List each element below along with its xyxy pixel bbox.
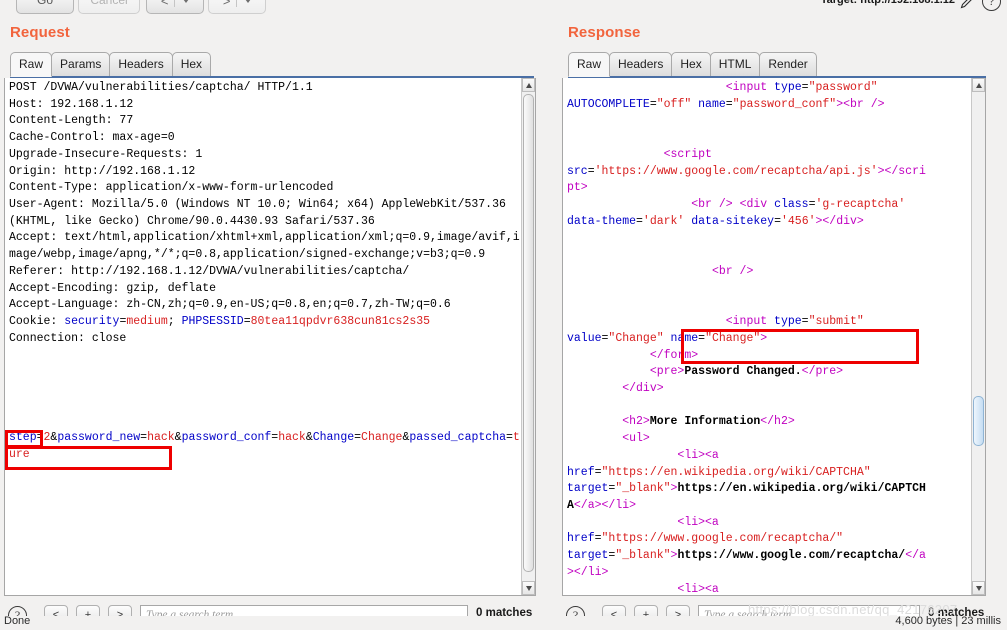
request-line-referer: Referer: http://192.168.1.12/DVWA/vulner… bbox=[9, 264, 410, 278]
scroll-thumb[interactable] bbox=[523, 94, 534, 572]
scroll-down-arrow[interactable] bbox=[522, 581, 535, 595]
request-editor[interactable]: POST /DVWA/vulnerabilities/captcha/ HTTP… bbox=[4, 78, 536, 596]
cookie-value-security: medium bbox=[126, 315, 168, 329]
cookie-name-security: security bbox=[64, 315, 120, 329]
request-post-body: step=2&password_new=hack&password_conf=h… bbox=[9, 431, 520, 461]
request-title: Request bbox=[10, 24, 70, 41]
triangle-down-icon bbox=[526, 586, 532, 591]
cookie-value-phpsessid: 80tea11qpdvr638cun81cs2s35 bbox=[250, 315, 431, 329]
request-tabs: Raw Params Headers Hex bbox=[10, 52, 212, 77]
param-value-change: Change bbox=[361, 431, 403, 444]
response-tabs: Raw Headers Hex HTML Render bbox=[568, 52, 817, 77]
response-vertical-scrollbar[interactable] bbox=[971, 78, 985, 595]
go-button[interactable]: Go bbox=[16, 0, 74, 14]
param-name-password-conf: password_conf bbox=[181, 431, 272, 444]
tab-request-hex[interactable]: Hex bbox=[171, 52, 212, 77]
scroll-up-arrow[interactable] bbox=[522, 78, 535, 92]
request-line-connection: Connection: close bbox=[9, 331, 127, 345]
target-label: Target: http://192.168.1.12 bbox=[820, 0, 955, 6]
right-arrow-icon: > bbox=[222, 0, 231, 9]
request-line-content-type: Content-Type: application/x-www-form-url… bbox=[9, 181, 334, 195]
request-line-cookie: Cookie: security=medium; PHPSESSID=80tea… bbox=[9, 315, 431, 329]
request-line-upgrade: Upgrade-Insecure-Requests: 1 bbox=[9, 147, 203, 161]
request-line-cache-control: Cache-Control: max-age=0 bbox=[9, 131, 175, 145]
chevron-down-icon bbox=[183, 0, 190, 3]
triangle-down-icon bbox=[976, 586, 982, 591]
request-line-user-agent: User-Agent: Mozilla/5.0 (Windows NT 10.0… bbox=[9, 198, 513, 228]
param-value-password-conf: hack bbox=[278, 431, 306, 444]
response-editor[interactable]: <input type="password" AUTOCOMPLETE="off… bbox=[562, 78, 986, 596]
scroll-up-arrow[interactable] bbox=[972, 78, 985, 92]
request-line-host: Host: 192.168.1.12 bbox=[9, 97, 134, 111]
request-raw-text: POST /DVWA/vulnerabilities/captcha/ HTTP… bbox=[9, 80, 521, 364]
param-name-password-new: password_new bbox=[57, 431, 141, 444]
tab-response-headers[interactable]: Headers bbox=[609, 52, 673, 77]
tab-request-headers[interactable]: Headers bbox=[109, 52, 173, 77]
triangle-up-icon bbox=[526, 83, 532, 88]
scroll-thumb[interactable] bbox=[973, 396, 984, 446]
divider bbox=[173, 0, 175, 8]
request-panel: Request Raw Params Headers Hex POST /DVW… bbox=[0, 20, 556, 630]
tab-response-hex[interactable]: Hex bbox=[671, 52, 711, 77]
request-line-origin: Origin: http://192.168.1.12 bbox=[9, 164, 196, 178]
request-line-accept: Accept: text/html,application/xhtml+xml,… bbox=[9, 231, 520, 262]
repeater-toolbar: Go Cancel < > Target: http://192.168.1.1… bbox=[0, 0, 1007, 20]
cancel-button[interactable]: Cancel bbox=[78, 0, 140, 14]
response-raw-text: <input type="password" AUTOCOMPLETE="off… bbox=[567, 81, 926, 596]
tab-response-raw[interactable]: Raw bbox=[568, 52, 611, 77]
tab-response-html[interactable]: HTML bbox=[709, 52, 761, 77]
help-icon[interactable]: ? bbox=[982, 0, 1001, 11]
param-value-password-new: hack bbox=[147, 431, 175, 444]
next-request-button[interactable]: > bbox=[208, 0, 266, 14]
status-bar: Done 4,600 bytes | 23 millis bbox=[0, 616, 1007, 630]
request-line-content-length: Content-Length: 77 bbox=[9, 114, 134, 128]
tab-response-render[interactable]: Render bbox=[759, 52, 817, 77]
request-line-accept-encoding: Accept-Encoding: gzip, deflate bbox=[9, 281, 217, 295]
previous-request-button[interactable]: < bbox=[146, 0, 204, 14]
left-arrow-icon: < bbox=[160, 0, 169, 9]
tab-request-params[interactable]: Params bbox=[51, 52, 111, 77]
request-line-method: POST /DVWA/vulnerabilities/captcha/ HTTP… bbox=[9, 81, 313, 94]
response-panel: Response Raw Headers Hex HTML Render <in… bbox=[556, 20, 1007, 630]
edit-target-icon[interactable] bbox=[959, 0, 975, 10]
cookie-name-phpsessid: PHPSESSID bbox=[181, 315, 244, 329]
request-line-accept-language: Accept-Language: zh-CN,zh;q=0.9,en-US;q=… bbox=[9, 298, 451, 312]
chevron-down-icon bbox=[245, 0, 252, 3]
response-title: Response bbox=[568, 24, 641, 41]
param-name-passed-captcha: passed_captcha bbox=[409, 431, 506, 444]
status-message: Done bbox=[4, 616, 31, 627]
burp-repeater-window: Go Cancel < > Target: http://192.168.1.1… bbox=[0, 0, 1007, 630]
scroll-down-arrow[interactable] bbox=[972, 581, 985, 595]
triangle-up-icon bbox=[976, 83, 982, 88]
request-vertical-scrollbar[interactable] bbox=[521, 78, 535, 595]
divider bbox=[235, 0, 237, 8]
tab-request-raw[interactable]: Raw bbox=[10, 52, 53, 77]
param-name-change: Change bbox=[312, 431, 355, 444]
status-metrics: 4,600 bytes | 23 millis bbox=[895, 616, 1001, 627]
param-name-step: step bbox=[9, 431, 37, 444]
